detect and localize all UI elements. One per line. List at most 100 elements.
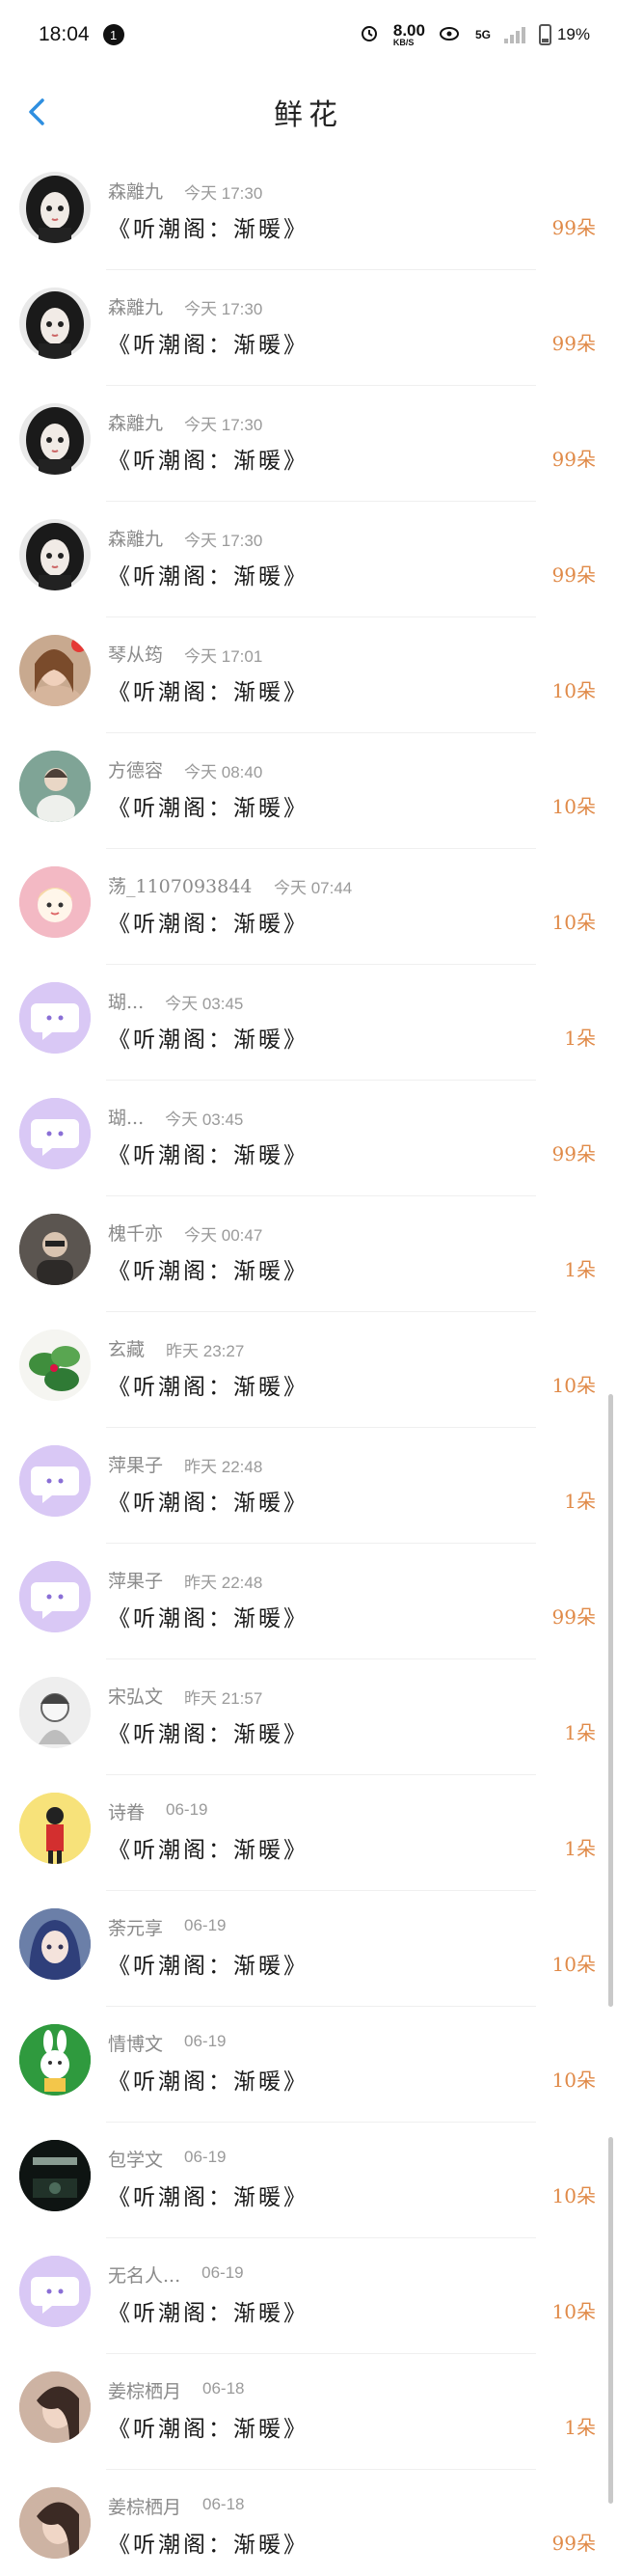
avatar[interactable]	[19, 1214, 91, 1285]
flower-amount: 99朵	[551, 1605, 596, 1629]
battery-level: 19%	[556, 25, 590, 43]
book-title: 《听潮阁：渐暖》	[108, 680, 308, 705]
book-title: 《听潮阁：渐暖》	[108, 564, 308, 589]
list-item[interactable]: 瑚... 今天 03:45 《听潮阁：渐暖》 99朵	[0, 1081, 617, 1196]
battery-icon	[538, 24, 551, 45]
avatar[interactable]	[19, 519, 91, 590]
list-item[interactable]: 森離九 今天 17:30 《听潮阁：渐暖》 99朵	[0, 502, 617, 617]
avatar[interactable]	[19, 1329, 91, 1401]
gift-time: 今天 07:44	[274, 879, 353, 897]
sender-name: 瑚...	[108, 1108, 145, 1129]
gift-time: 昨天 21:57	[184, 1689, 263, 1708]
avatar[interactable]	[19, 2487, 91, 2559]
book-title: 《听潮阁：渐暖》	[108, 1722, 308, 1747]
book-title: 《听潮阁：渐暖》	[108, 1838, 308, 1863]
book-title: 《听潮阁：渐暖》	[108, 2533, 308, 2558]
header: 鲜花	[0, 69, 617, 155]
sender-name: 萍果子	[108, 1571, 164, 1592]
gift-time: 今天 00:47	[184, 1226, 263, 1245]
avatar[interactable]	[19, 1908, 91, 1980]
book-title: 《听潮阁：渐暖》	[108, 449, 308, 474]
book-title: 《听潮阁：渐暖》	[108, 2069, 308, 2095]
net-speed: 8.00 KB/S	[393, 22, 425, 47]
list-item[interactable]: 包学文 06-19 《听潮阁：渐暖》 10朵	[0, 2123, 617, 2238]
book-title: 《听潮阁：渐暖》	[108, 1143, 308, 1168]
flower-amount: 10朵	[551, 2300, 596, 2323]
flower-amount: 99朵	[551, 332, 596, 355]
list-item[interactable]: 方德容 今天 08:40 《听潮阁：渐暖》 10朵	[0, 733, 617, 849]
avatar[interactable]	[19, 288, 91, 359]
book-title: 《听潮阁：渐暖》	[108, 1606, 308, 1631]
list-item[interactable]: 森離九 今天 17:30 《听潮阁：渐暖》 99朵	[0, 270, 617, 386]
gift-time: 06-19	[184, 2148, 227, 2166]
flower-amount: 1朵	[564, 1837, 596, 1860]
flower-amount: 10朵	[551, 911, 596, 934]
list-item[interactable]: 森離九 今天 17:30 《听潮阁：渐暖》 99朵	[0, 386, 617, 502]
avatar[interactable]	[19, 2024, 91, 2096]
book-title: 《听潮阁：渐暖》	[108, 1954, 308, 1979]
book-title: 《听潮阁：渐暖》	[108, 2185, 308, 2210]
gift-time: 06-19	[201, 2263, 244, 2282]
sender-name: 萍果子	[108, 1455, 164, 1476]
gift-time: 今天 17:30	[184, 300, 263, 318]
sender-name: 玄藏	[108, 1339, 146, 1360]
sender-name: 姜棕栖月	[108, 2381, 182, 2402]
list-item[interactable]: 姜棕栖月 06-18 《听潮阁：渐暖》 99朵	[0, 2470, 617, 2576]
network-type: 5G	[474, 28, 491, 41]
flower-amount: 1朵	[564, 2416, 596, 2439]
book-title: 《听潮阁：渐暖》	[108, 217, 308, 242]
flower-amount: 1朵	[564, 1027, 596, 1050]
list-item[interactable]: 森離九 今天 17:30 《听潮阁：渐暖》 99朵	[0, 154, 617, 270]
avatar[interactable]	[19, 1098, 91, 1169]
avatar[interactable]	[19, 1793, 91, 1864]
avatar[interactable]	[19, 635, 91, 706]
list-item[interactable]: 萍果子 昨天 22:48 《听潮阁：渐暖》 99朵	[0, 1544, 617, 1659]
avatar[interactable]	[19, 403, 91, 475]
avatar[interactable]	[19, 751, 91, 822]
list-item[interactable]: 玄藏 昨天 23:27 《听潮阁：渐暖》 10朵	[0, 1312, 617, 1428]
gift-time: 06-19	[166, 1800, 208, 1819]
list-item[interactable]: 姜棕栖月 06-18 《听潮阁：渐暖》 1朵	[0, 2354, 617, 2470]
avatar[interactable]	[19, 2256, 91, 2327]
list-item[interactable]: 琴从筠 今天 17:01 《听潮阁：渐暖》 10朵	[0, 617, 617, 733]
sender-name: 森離九	[108, 297, 164, 318]
flower-amount: 1朵	[564, 1721, 596, 1744]
net-speed-unit: KB/S	[392, 38, 415, 47]
signal-icon	[503, 26, 525, 43]
list-item[interactable]: 萍果子 昨天 22:48 《听潮阁：渐暖》 1朵	[0, 1428, 617, 1544]
list-item[interactable]: 瑚... 今天 03:45 《听潮阁：渐暖》 1朵	[0, 965, 617, 1081]
flower-amount: 99朵	[551, 216, 596, 239]
scrollbar-lower[interactable]	[608, 2137, 613, 2504]
avatar[interactable]	[19, 2140, 91, 2211]
gift-time: 昨天 22:48	[184, 1458, 263, 1476]
list-item[interactable]: 槐千亦 今天 00:47 《听潮阁：渐暖》 1朵	[0, 1196, 617, 1312]
page-title: 鲜花	[274, 98, 343, 132]
avatar[interactable]	[19, 1561, 91, 1632]
flower-amount: 99朵	[551, 1142, 596, 1165]
list-item[interactable]: 无名人... 06-19 《听潮阁：渐暖》 10朵	[0, 2238, 617, 2354]
sender-name: 包学文	[108, 2150, 164, 2171]
avatar[interactable]	[19, 866, 91, 938]
list-item[interactable]: 宋弘文 昨天 21:57 《听潮阁：渐暖》 1朵	[0, 1659, 617, 1775]
flower-amount: 1朵	[564, 1258, 596, 1281]
status-bar: 18:04 1 8.00 KB/S 5G 19%	[0, 0, 617, 69]
eye-icon	[439, 23, 462, 47]
list-item[interactable]: 情博文 06-19 《听潮阁：渐暖》 10朵	[0, 2007, 617, 2123]
avatar[interactable]	[19, 982, 91, 1054]
avatar[interactable]	[19, 2371, 91, 2443]
gift-time: 今天 17:30	[184, 416, 263, 434]
scrollbar[interactable]	[608, 1394, 613, 2007]
list-item[interactable]: 荼元享 06-19 《听潮阁：渐暖》 10朵	[0, 1891, 617, 2007]
status-left: 18:04 1	[39, 23, 124, 46]
avatar[interactable]	[19, 172, 91, 243]
avatar[interactable]	[19, 1677, 91, 1748]
list-item[interactable]: 荡_11070938447... 今天 07:44 《听潮阁：渐暖》 10朵	[0, 849, 617, 965]
gift-time: 今天 03:45	[165, 1110, 244, 1129]
status-time: 18:04	[39, 23, 90, 45]
avatar[interactable]	[19, 1445, 91, 1517]
book-title: 《听潮阁：渐暖》	[108, 2301, 308, 2326]
flowers-page: 18:04 1 8.00 KB/S 5G 19% 鲜花 森離九 今天 17:30…	[0, 0, 617, 2576]
gift-time: 今天 03:45	[165, 995, 244, 1013]
list-item[interactable]: 诗眷 06-19 《听潮阁：渐暖》 1朵	[0, 1775, 617, 1891]
status-right: 8.00 KB/S 5G 19%	[359, 22, 590, 48]
